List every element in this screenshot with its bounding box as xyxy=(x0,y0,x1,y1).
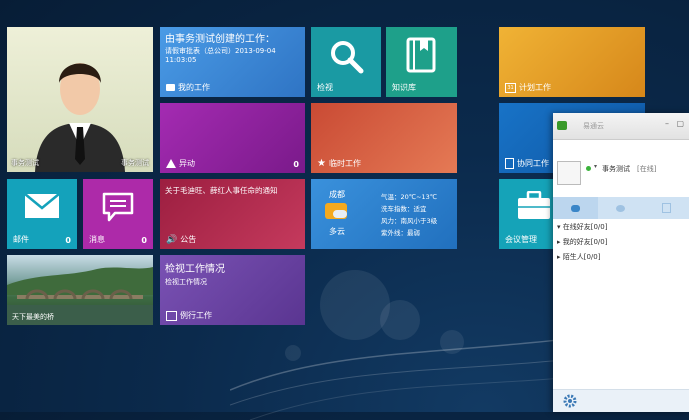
review-label: 例行工作 xyxy=(180,311,212,320)
star-icon: ★ xyxy=(317,157,326,169)
exception-label: 异动 xyxy=(179,159,195,168)
search-tile[interactable]: 检视 xyxy=(311,27,381,97)
search-label: 检视 xyxy=(317,83,333,92)
message-count: 0 xyxy=(141,236,147,245)
weather-tile[interactable]: 成都 多云 气温：20℃~13℃ 洗车指数：适宜 风力：南风小于3级 紫外线：最… xyxy=(311,179,457,249)
workflow-title: 由事务测试创建的工作： xyxy=(165,34,275,45)
plan-tile[interactable]: 31 计划工作 xyxy=(499,27,645,97)
photo-tile[interactable]: 天下最美的桥 xyxy=(7,255,153,325)
user-tile[interactable]: 事务测试 事务测试 xyxy=(7,27,153,172)
mail-label: 邮件 xyxy=(13,235,29,244)
chat-logo-icon xyxy=(557,121,567,130)
knowledge-tile[interactable]: 知识库 xyxy=(386,27,457,97)
review-title: 检视工作情况 xyxy=(165,264,225,275)
calendar-icon: 31 xyxy=(505,82,516,93)
history-icon xyxy=(661,203,671,213)
close-button[interactable]: ▢ xyxy=(676,119,684,128)
contact-group[interactable]: ▸ 陌生人[0/0] xyxy=(557,252,600,262)
weather-temp: 气温：20℃~13℃ xyxy=(381,193,438,201)
contact-group[interactable]: ▸ 我的好友[0/0] xyxy=(557,237,607,247)
user-name-left: 事务测试 xyxy=(11,159,39,167)
chat-footer xyxy=(553,389,689,412)
plan-label: 计划工作 xyxy=(519,83,551,92)
contacts-icon xyxy=(571,204,581,212)
message-label: 消息 xyxy=(89,235,105,244)
message-tile[interactable]: 消息 0 xyxy=(83,179,153,249)
chevron-down-icon[interactable]: ▾ xyxy=(594,163,597,170)
knowledge-label: 知识库 xyxy=(392,83,416,92)
mail-count: 0 xyxy=(65,236,71,245)
workflow-line2: 11:03:05 xyxy=(165,56,197,64)
temp-work-tile[interactable]: ★ 临时工作 xyxy=(311,103,457,173)
weather-condition: 多云 xyxy=(329,227,345,236)
briefcase-icon xyxy=(166,84,175,91)
weather-icon xyxy=(325,203,347,219)
weather-city: 成都 xyxy=(329,190,345,199)
calendar-icon xyxy=(166,310,177,321)
mail-icon xyxy=(24,193,60,218)
photo-caption: 天下最美的桥 xyxy=(12,313,54,321)
chat-user-status: [在线] xyxy=(637,165,657,173)
my-work-tile[interactable]: 由事务测试创建的工作： 请假审批表（总公司）2013-09-04 11:03:0… xyxy=(160,27,305,97)
review-tile[interactable]: 检视工作情况 检视工作情况 例行工作 xyxy=(160,255,305,325)
weather-uv: 紫外线：最弱 xyxy=(381,229,420,237)
gear-icon[interactable] xyxy=(563,394,577,408)
chat-title: 易通云 xyxy=(583,122,604,130)
collab-label: 协同工作 xyxy=(517,159,549,168)
warning-icon xyxy=(166,159,176,168)
tab-messages[interactable] xyxy=(598,197,643,219)
temp-work-label: 临时工作 xyxy=(328,159,361,168)
briefcase-icon xyxy=(518,191,550,219)
contact-group[interactable]: ▾ 在线好友[0/0] xyxy=(557,222,607,232)
book-icon xyxy=(406,37,436,73)
weather-wash: 洗车指数：适宜 xyxy=(381,205,427,213)
exception-tile[interactable]: 异动 0 xyxy=(160,103,305,173)
online-status-icon xyxy=(586,166,591,171)
workflow-line1: 请假审批表（总公司）2013-09-04 xyxy=(165,47,276,55)
my-work-label: 我的工作 xyxy=(178,83,210,92)
tab-recent[interactable] xyxy=(644,197,689,219)
chat-window[interactable]: 易通云 – ▢ ▾ 事务测试 [在线] ▾ 在线好友[0/0] ▸ 我的好友[0… xyxy=(553,113,689,412)
contact-group-label: 在线好友[0/0] xyxy=(562,223,608,231)
notice-label: 公告 xyxy=(180,235,197,244)
chat-tabs xyxy=(553,197,689,219)
document-icon xyxy=(505,158,514,169)
meeting-label: 会议管理 xyxy=(505,235,537,244)
tab-contacts[interactable] xyxy=(553,197,599,219)
user-avatar-icon xyxy=(35,63,125,172)
chat-avatar[interactable] xyxy=(557,161,581,185)
speaker-icon: 🔊 xyxy=(166,234,178,245)
exception-count: 0 xyxy=(293,160,299,169)
search-icon xyxy=(331,41,364,74)
chat-bubble-icon xyxy=(616,204,626,212)
notice-tile[interactable]: 关于毛迪旺、薛红人事任命的通知 🔊 公告 xyxy=(160,179,305,249)
minimize-button[interactable]: – xyxy=(665,119,669,128)
user-name-right: 事务测试 xyxy=(121,159,149,167)
chat-user-name: 事务测试 xyxy=(602,165,630,173)
weather-wind: 风力：南风小于3级 xyxy=(381,217,438,225)
contact-group-label: 我的好友[0/0] xyxy=(562,238,608,246)
review-subtitle: 检视工作情况 xyxy=(165,278,207,286)
message-icon xyxy=(102,192,134,222)
contact-group-label: 陌生人[0/0] xyxy=(562,253,601,261)
notice-text[interactable]: 关于毛迪旺、薛红人事任命的通知 xyxy=(165,185,278,196)
mail-tile[interactable]: 邮件 0 xyxy=(7,179,77,249)
chat-titlebar[interactable]: 易通云 – ▢ xyxy=(553,113,689,140)
